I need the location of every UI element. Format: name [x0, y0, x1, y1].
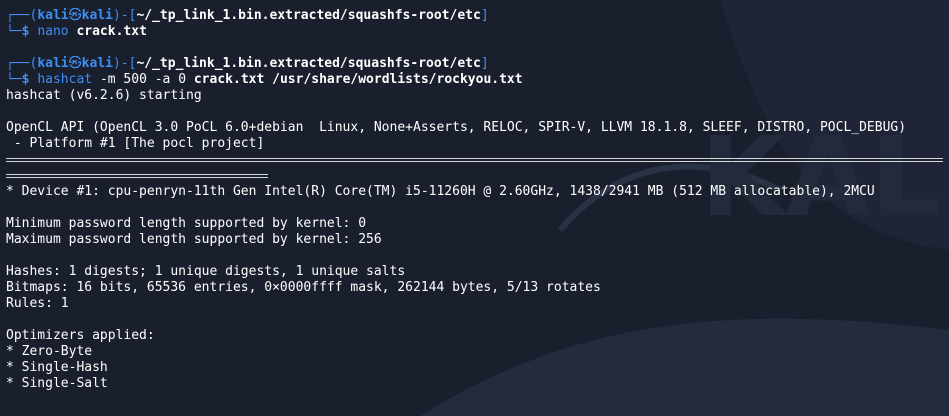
separator-rule — [6, 152, 943, 168]
output-line: OpenCL API (OpenCL 3.0 PoCL 6.0+debian L… — [6, 120, 907, 135]
output-line: Rules: 1 — [6, 296, 69, 311]
output-line: * Single-Salt — [6, 376, 108, 391]
output-line: Bitmaps: 16 bits, 65536 entries, 0×0000f… — [6, 280, 601, 295]
output-line: * Device #1: cpu-penryn-11th Gen Intel(R… — [6, 184, 875, 199]
output-line: * Single-Hash — [6, 360, 108, 375]
terminal[interactable]: ┌──(kali㉿kali)-[~/_tp_link_1.bin.extract… — [6, 8, 943, 416]
output-line: - Platform #1 [The pocl project] — [6, 136, 265, 151]
output-line: Minimum password length supported by ker… — [6, 216, 367, 231]
output-line: Optimizers applied: — [6, 328, 155, 343]
output-line: Hashes: 1 digests; 1 unique digests, 1 u… — [6, 264, 406, 279]
output-line: hashcat (v6.2.6) starting — [6, 88, 202, 103]
output-line: Maximum password length supported by ker… — [6, 232, 382, 247]
command-line: └─$ hashcat -m 500 -a 0 crack.txt /usr/s… — [6, 72, 523, 87]
prompt-line: ┌──(kali㉿kali)-[~/_tp_link_1.bin.extract… — [6, 8, 489, 23]
output-line: * Zero-Byte — [6, 344, 93, 359]
prompt-line: ┌──(kali㉿kali)-[~/_tp_link_1.bin.extract… — [6, 56, 489, 71]
separator-rule — [6, 168, 943, 184]
command-line: └─$ nano crack.txt — [6, 24, 147, 39]
